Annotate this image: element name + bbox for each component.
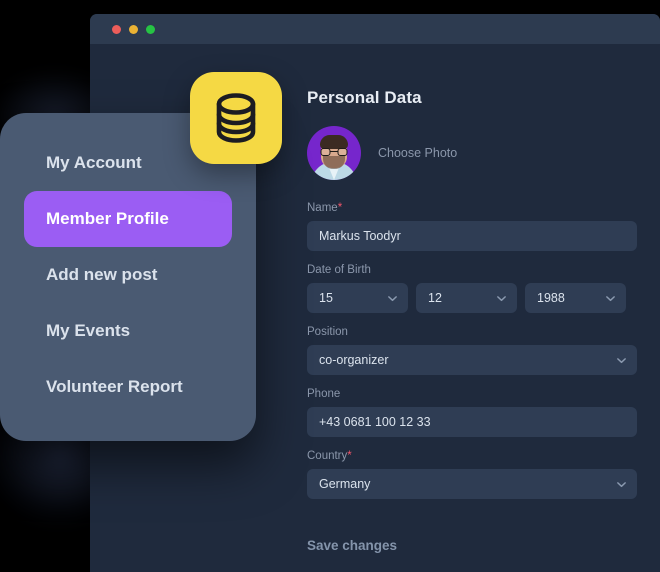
window-maximize-button[interactable] bbox=[146, 24, 155, 34]
dob-day-select[interactable]: 15 bbox=[307, 283, 408, 313]
dob-month-select[interactable]: 12 bbox=[416, 283, 517, 313]
sidebar-item-member-profile[interactable]: Member Profile bbox=[24, 191, 232, 247]
dob-year-value: 1988 bbox=[537, 291, 565, 305]
avatar-hair bbox=[320, 135, 348, 149]
sidebar-item-label: My Events bbox=[46, 321, 131, 340]
window-minimize-button[interactable] bbox=[129, 24, 138, 34]
choose-photo-link[interactable]: Choose Photo bbox=[378, 146, 457, 160]
label-phone: Phone bbox=[307, 388, 341, 400]
page-title: Personal Data bbox=[307, 88, 422, 107]
chevron-down-icon bbox=[605, 293, 616, 304]
chevron-down-icon bbox=[616, 479, 627, 490]
position-value: co-organizer bbox=[319, 353, 389, 367]
label-name: Name* bbox=[307, 202, 637, 214]
window-close-button[interactable] bbox=[112, 24, 121, 34]
screenshot-stage: Personal Data Choose Photo Name* Markus … bbox=[0, 0, 660, 572]
sidebar-item-label: Volunteer Report bbox=[46, 377, 183, 396]
chevron-down-icon bbox=[616, 355, 627, 366]
sidebar-item-volunteer-report[interactable]: Volunteer Report bbox=[24, 359, 232, 415]
dob-month-value: 12 bbox=[428, 291, 442, 305]
avatar[interactable] bbox=[307, 126, 361, 180]
label-country: Country* bbox=[307, 450, 637, 462]
label-name-text: Name bbox=[307, 202, 338, 214]
sidebar-item-label: My Account bbox=[46, 153, 142, 172]
field-position: Position co-organizer bbox=[307, 326, 637, 375]
country-value: Germany bbox=[319, 477, 371, 491]
phone-input[interactable]: +43 0681 100 12 33 bbox=[307, 407, 637, 437]
sidebar-item-label: Member Profile bbox=[46, 209, 169, 228]
label-country-text: Country bbox=[307, 450, 348, 462]
country-select[interactable]: Germany bbox=[307, 469, 637, 499]
database-icon bbox=[190, 72, 282, 164]
save-changes-button[interactable]: Save changes bbox=[307, 538, 397, 553]
required-marker: * bbox=[347, 450, 352, 462]
sidebar-item-my-events[interactable]: My Events bbox=[24, 303, 232, 359]
field-country: Country* Germany bbox=[307, 450, 637, 499]
date-of-birth-row: 15 12 1988 bbox=[307, 283, 637, 313]
field-phone: Phone +43 0681 100 12 33 bbox=[307, 388, 637, 437]
sidebar-item-label: Add new post bbox=[46, 265, 158, 284]
photo-row: Choose Photo bbox=[307, 126, 637, 180]
database-icon-glyph bbox=[216, 93, 256, 143]
field-date-of-birth: Date of Birth 15 12 1988 bbox=[307, 264, 637, 313]
glasses-icon bbox=[320, 148, 348, 156]
label-position: Position bbox=[307, 326, 348, 338]
position-select[interactable]: co-organizer bbox=[307, 345, 637, 375]
sidebar-item-add-new-post[interactable]: Add new post bbox=[24, 247, 232, 303]
dob-day-value: 15 bbox=[319, 291, 333, 305]
label-date-of-birth: Date of Birth bbox=[307, 264, 371, 276]
dob-year-select[interactable]: 1988 bbox=[525, 283, 626, 313]
window-titlebar bbox=[90, 14, 660, 44]
required-marker: * bbox=[337, 202, 343, 214]
field-name: Name* Markus Toodyr bbox=[307, 202, 637, 251]
personal-data-form: Personal Data Choose Photo Name* Markus … bbox=[307, 88, 637, 555]
chevron-down-icon bbox=[496, 293, 507, 304]
chevron-down-icon bbox=[387, 293, 398, 304]
name-input[interactable]: Markus Toodyr bbox=[307, 221, 637, 251]
